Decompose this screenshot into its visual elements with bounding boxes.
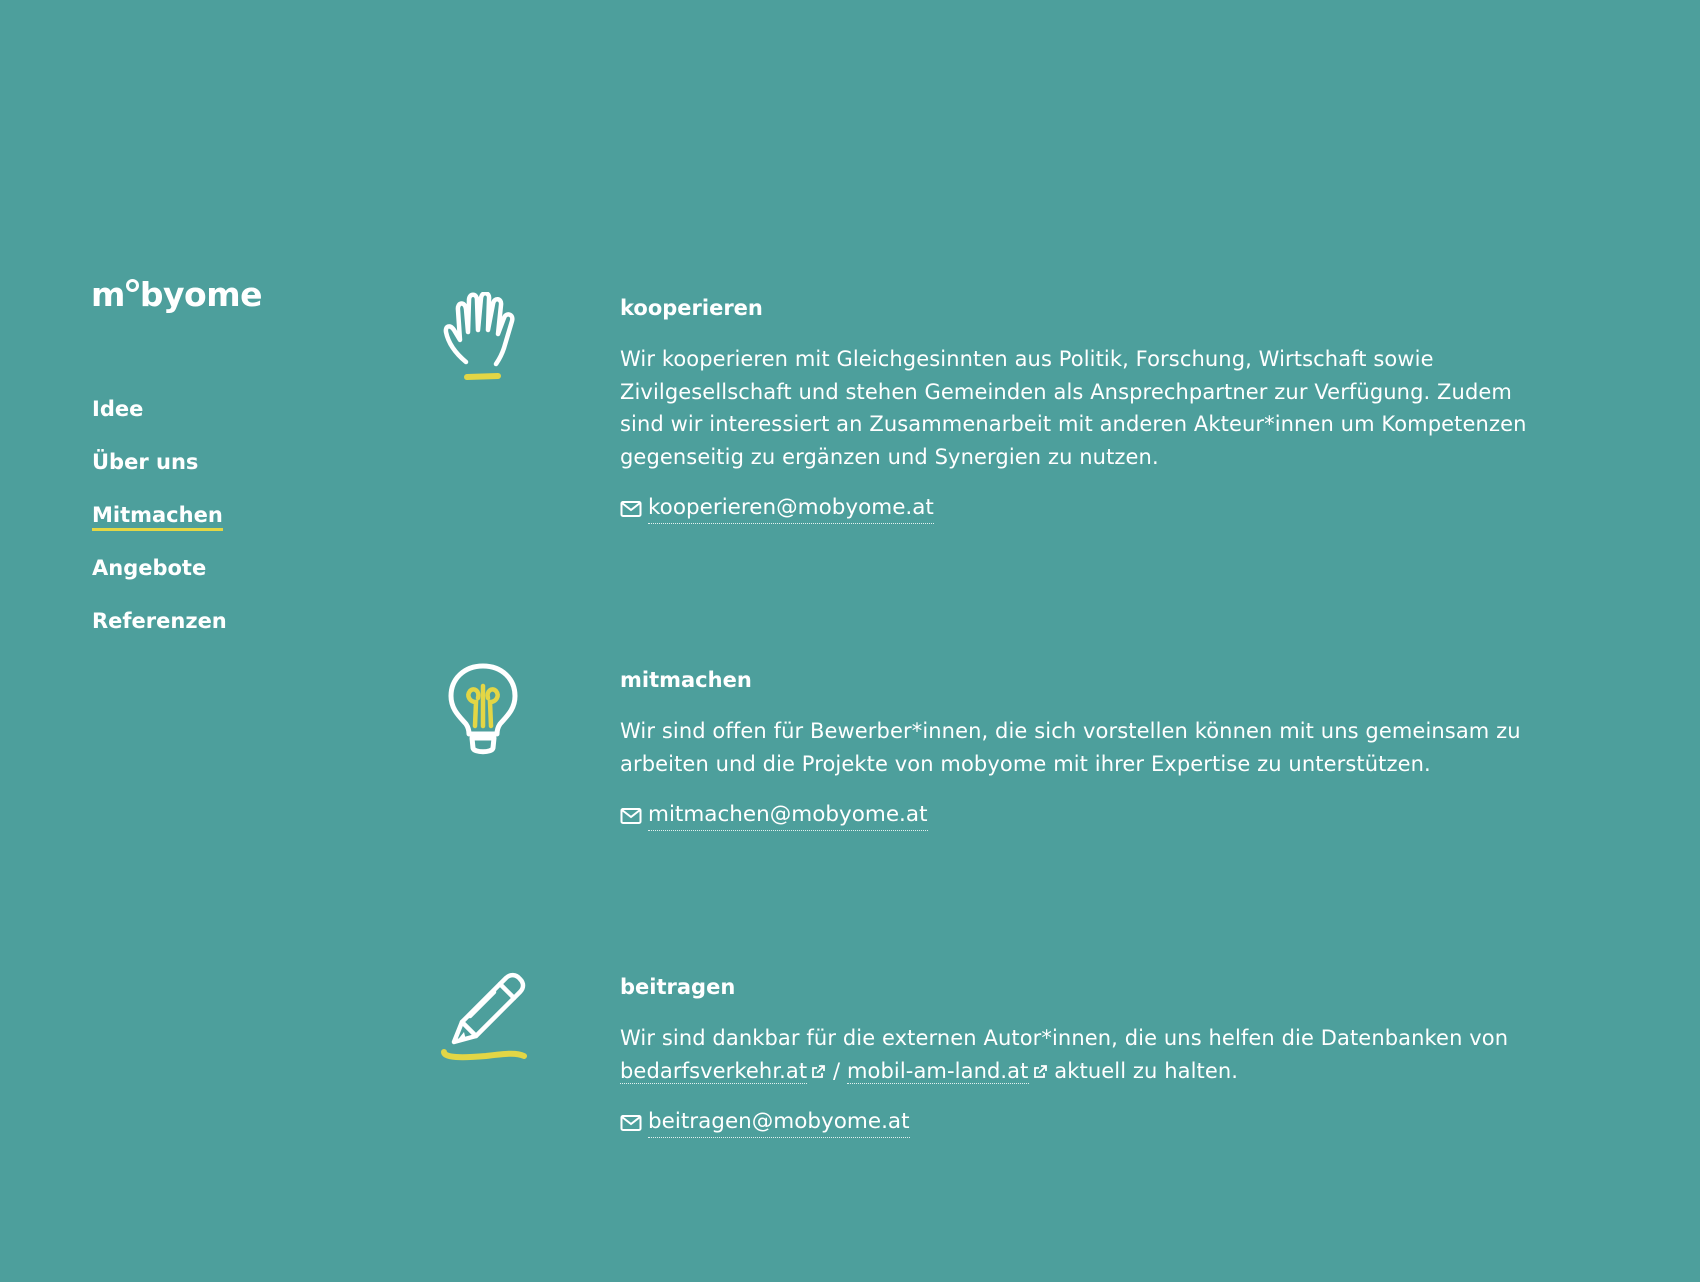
nav-item-idee[interactable]: Idee xyxy=(92,396,227,449)
email-link-mitmachen[interactable]: mitmachen@mobyome.at xyxy=(648,800,928,831)
section-text: Wir sind offen für Bewerber*innen, die s… xyxy=(620,719,1521,776)
email-link-beitragen[interactable]: beitragen@mobyome.at xyxy=(648,1107,910,1138)
nav-item-label: Angebote xyxy=(92,556,207,580)
email-row: kooperieren@mobyome.at xyxy=(620,493,1540,524)
text-after: aktuell zu halten. xyxy=(1054,1058,1239,1083)
email-row: beitragen@mobyome.at xyxy=(620,1107,1540,1138)
logo[interactable]: m byome xyxy=(91,278,262,311)
envelope-icon xyxy=(620,807,642,824)
logo-rest: byome xyxy=(139,275,263,314)
envelope-icon xyxy=(620,1114,642,1131)
link-mobil-am-land[interactable]: mobil-am-land.at xyxy=(846,1058,1029,1084)
section-text: Wir kooperieren mit Gleichgesinnten aus … xyxy=(620,347,1527,469)
nav-item-referenzen[interactable]: Referenzen xyxy=(92,608,227,661)
external-link-icon xyxy=(1033,1064,1047,1078)
section-beitragen: beitragen Wir sind dankbar für die exter… xyxy=(620,974,1540,1138)
email-link-kooperieren[interactable]: kooperieren@mobyome.at xyxy=(648,493,934,524)
logo-m: m xyxy=(91,275,125,314)
envelope-icon xyxy=(620,500,642,517)
email-row: mitmachen@mobyome.at xyxy=(620,800,1540,831)
text-before: Wir sind dankbar für die externen Autor*… xyxy=(620,1026,1509,1050)
nav-item-label: Mitmachen xyxy=(92,503,223,531)
external-link-icon xyxy=(812,1064,826,1078)
nav-item-label: Referenzen xyxy=(92,609,227,633)
section-title: beitragen xyxy=(620,975,736,999)
section-text: Wir sind dankbar für die externen Autor*… xyxy=(620,1022,1540,1087)
lightbulb-icon xyxy=(448,663,518,755)
hand-icon xyxy=(443,292,515,380)
section-kooperieren: kooperieren Wir kooperieren mit Gleichge… xyxy=(620,295,1540,524)
nav-item-ueber-uns[interactable]: Über uns xyxy=(92,449,227,502)
nav-item-label: Idee xyxy=(92,397,144,421)
section-title: mitmachen xyxy=(620,668,752,692)
nav-item-angebote[interactable]: Angebote xyxy=(92,555,227,608)
section-mitmachen: mitmachen Wir sind offen für Bewerber*in… xyxy=(620,667,1540,831)
pencil-icon xyxy=(441,972,527,1061)
link-bedarfsverkehr[interactable]: bedarfsverkehr.at xyxy=(620,1058,808,1084)
link-separator: / xyxy=(833,1058,841,1083)
logo-o-circle xyxy=(125,279,139,292)
section-title: kooperieren xyxy=(620,296,763,320)
main-nav: Idee Über uns Mitmachen Angebote Referen… xyxy=(92,396,227,661)
nav-item-mitmachen[interactable]: Mitmachen xyxy=(92,502,227,555)
nav-item-label: Über uns xyxy=(92,450,199,474)
